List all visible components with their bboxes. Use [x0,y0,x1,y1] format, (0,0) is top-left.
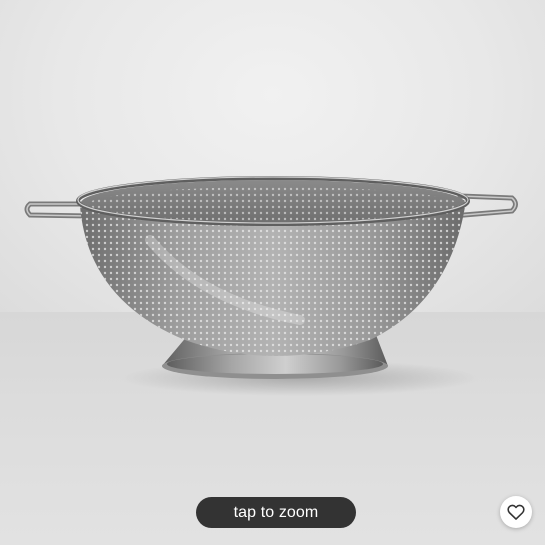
favorite-button[interactable] [500,496,532,528]
heart-outline-icon [506,502,526,522]
tap-to-zoom-button[interactable]: tap to zoom [196,497,356,528]
product-image-viewer[interactable]: tap to zoom [0,0,545,545]
colander-image[interactable] [0,0,545,545]
